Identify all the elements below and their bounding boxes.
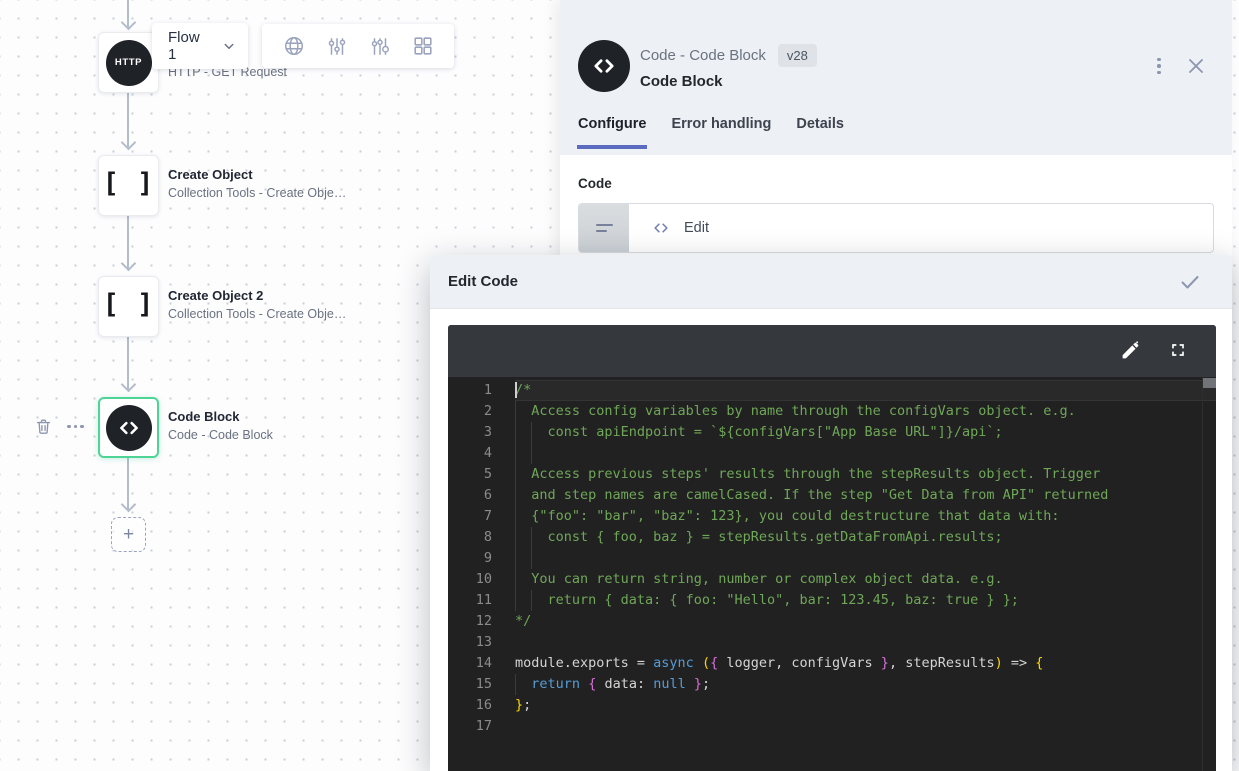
pencil-edit-icon[interactable]	[1120, 340, 1142, 362]
code-icon	[578, 40, 630, 92]
code-section-label: Code	[578, 176, 612, 191]
code-line: 17	[475, 718, 492, 734]
breadcrumb: Code - Code Block	[640, 47, 766, 64]
panel-header: Code - Code Block v28 Code Block Configu…	[560, 0, 1232, 149]
code-area[interactable]: 1/* 2 Access config variables by name thr…	[448, 377, 1216, 771]
edge-createobject-createobject2	[127, 216, 129, 269]
modal-header: Edit Code	[430, 255, 1232, 309]
plus-icon: +	[122, 523, 135, 545]
add-step-button[interactable]: +	[111, 517, 146, 552]
http-icon-label: HTTP	[114, 57, 143, 68]
flow-selector[interactable]: Flow 1	[152, 23, 248, 69]
node-create-object-label: Create Object Collection Tools - Create …	[168, 165, 346, 203]
code-line: 10 You can return string, number or comp…	[448, 569, 1216, 590]
sliders-alt-icon[interactable]	[366, 32, 394, 60]
sliders-icon[interactable]	[323, 32, 351, 60]
app-window: HTTP HTTP - GET Request Flow 1 [] Creat…	[0, 0, 1239, 771]
fullscreen-icon[interactable]	[1168, 340, 1190, 362]
trash-icon[interactable]	[34, 417, 53, 436]
edge-codeblock-addnode	[127, 458, 129, 510]
node-subtitle: Code - Code Block	[168, 428, 273, 442]
code-line: 6 and step names are camelCased. If the …	[448, 485, 1216, 506]
version-badge[interactable]: v28	[777, 44, 817, 67]
node-create-object-2[interactable]: [ ]	[98, 276, 159, 337]
node-title: Code Block	[168, 409, 240, 424]
code-line: 11 return { data: { foo: "Hello", bar: 1…	[448, 590, 1216, 611]
brackets-icon: [ ]	[102, 168, 155, 199]
code-line: 8 const { foo, baz } = stepResults.getDa…	[448, 527, 1216, 548]
code-line: 12 */	[475, 613, 532, 629]
grid-icon[interactable]	[409, 32, 437, 60]
code-line: 3 const apiEndpoint = `${configVars["App…	[448, 422, 1216, 443]
edge-http-createobject	[127, 93, 129, 148]
node-subtitle: Collection Tools - Create Obje…	[168, 186, 347, 200]
modal-title: Edit Code	[448, 273, 518, 290]
text-mode-icon	[595, 223, 613, 226]
code-line: 4	[448, 443, 1216, 464]
text-mode-icon	[595, 230, 607, 233]
code-lines: 1/* 2 Access config variables by name thr…	[448, 380, 1216, 737]
node-hover-tools	[34, 417, 84, 436]
tab-configure[interactable]: Configure	[576, 116, 648, 149]
edit-code-modal: Edit Code 1/* 2 Access config variables b…	[430, 255, 1232, 771]
node-create-object-2-label: Create Object 2 Collection Tools - Creat…	[168, 286, 346, 324]
node-code-block[interactable]	[98, 397, 159, 458]
input-mode-toggle[interactable]	[579, 204, 629, 252]
code-line: 13	[475, 634, 492, 650]
node-http-get-request[interactable]: HTTP	[98, 32, 159, 93]
brackets-icon: [ ]	[102, 289, 155, 320]
page-title: Code Block	[640, 73, 723, 90]
code-editor[interactable]: 1/* 2 Access config variables by name thr…	[448, 325, 1216, 771]
chevron-down-icon	[220, 37, 238, 55]
node-title: Create Object 2	[168, 288, 264, 303]
code-line: 5 Access previous steps' results through…	[448, 464, 1216, 485]
canvas-toolbar	[262, 24, 454, 68]
code-line: 14 module.exports = async ({ logger, conf…	[475, 655, 1044, 671]
more-options-icon[interactable]	[67, 424, 84, 429]
panel-tabs: Configure Error handling Details	[576, 116, 844, 149]
code-brackets-icon	[651, 218, 671, 238]
tab-error-handling[interactable]: Error handling	[671, 116, 771, 149]
code-line: 7 {"foo": "bar", "baz": 123}, you could …	[448, 506, 1216, 527]
node-create-object[interactable]: [ ]	[98, 155, 159, 216]
flow-selector-label: Flow 1	[168, 29, 200, 63]
close-icon[interactable]	[1184, 54, 1208, 78]
kebab-menu-icon[interactable]	[1150, 55, 1168, 77]
code-input-field[interactable]: Edit	[578, 203, 1214, 253]
tab-details[interactable]: Details	[796, 116, 844, 149]
node-subtitle: Collection Tools - Create Obje…	[168, 307, 347, 321]
scrollbar-track	[1202, 377, 1203, 771]
editor-toolbar	[448, 325, 1216, 377]
edge-createobject2-codeblock	[127, 337, 129, 390]
code-line: 15 return { data: null };	[448, 674, 1216, 695]
edit-code-button[interactable]: Edit	[684, 220, 709, 236]
code-icon	[105, 404, 152, 451]
code-line: 9	[448, 548, 1216, 569]
globe-icon[interactable]	[280, 32, 308, 60]
scrollbar-thumb[interactable]	[1203, 378, 1216, 388]
node-code-block-label: Code Block Code - Code Block	[168, 407, 273, 445]
code-line: 1/*	[448, 380, 1216, 401]
http-icon: HTTP	[105, 39, 152, 86]
node-title: Create Object	[168, 167, 253, 182]
code-line: 2 Access config variables by name throug…	[448, 401, 1216, 422]
confirm-check-icon[interactable]	[1178, 270, 1202, 294]
code-line: 16};	[475, 697, 532, 713]
edge-into-http	[127, 0, 129, 28]
